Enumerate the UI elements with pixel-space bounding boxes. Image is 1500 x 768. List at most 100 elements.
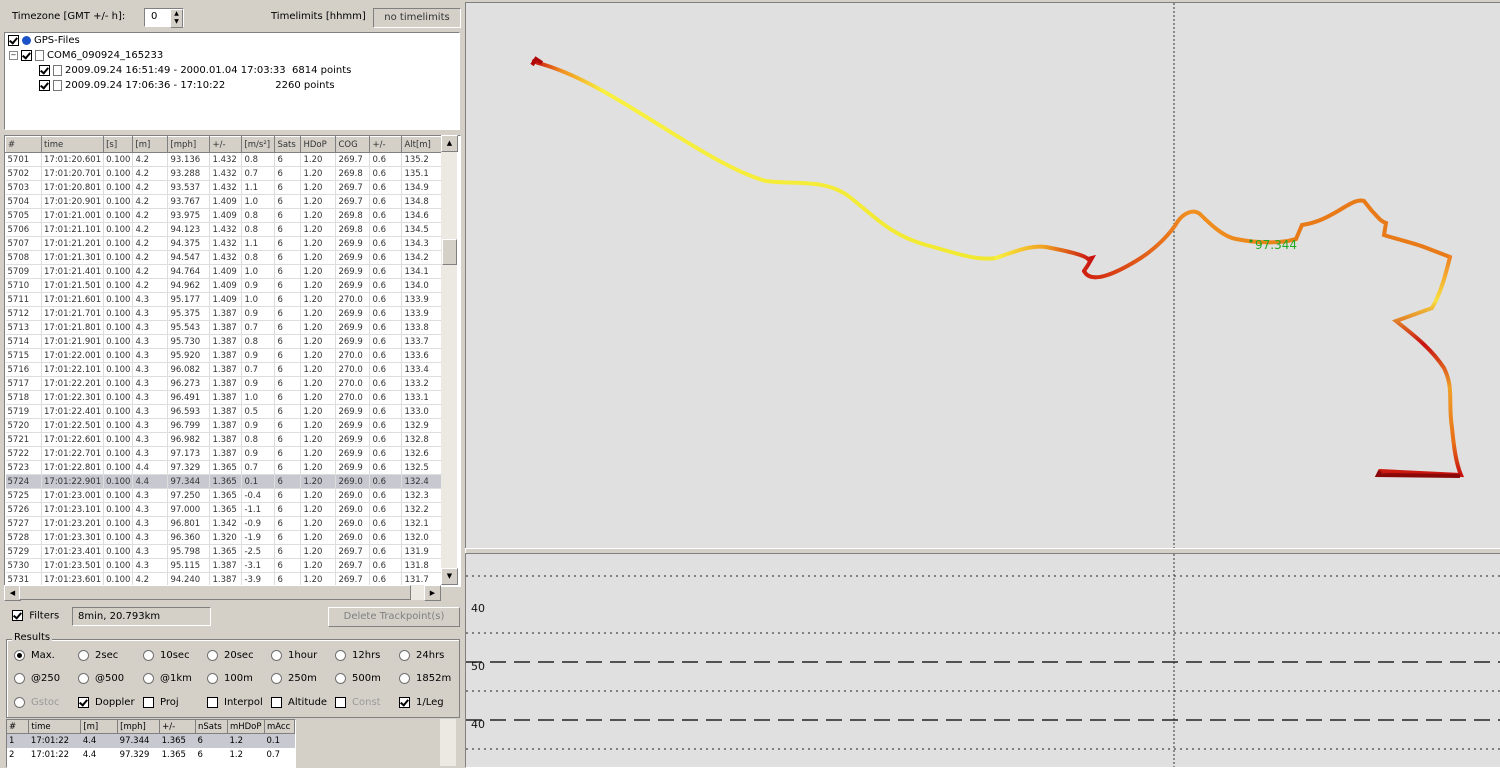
radio-icon[interactable] bbox=[399, 672, 410, 684]
table-row[interactable]: 5730 17:01:23.501 0.100 4.3 95.115 1.387 -3.1 6… bbox=[5, 558, 445, 573]
tree-root[interactable]: GPS-Files bbox=[8, 34, 80, 48]
radio-icon[interactable] bbox=[78, 649, 89, 661]
checkbox-option[interactable]: Interpol bbox=[207, 696, 263, 710]
grid-horizontal-scrollbar[interactable]: ◀ ▶ bbox=[4, 585, 441, 601]
radio-icon[interactable] bbox=[399, 649, 410, 661]
radio-icon[interactable] bbox=[143, 672, 154, 684]
table-row[interactable]: 5728 17:01:23.301 0.100 4.3 96.360 1.320 -1.9 6… bbox=[5, 530, 445, 545]
grid-vertical-scrollbar[interactable]: ▲ ▼ bbox=[441, 135, 458, 585]
column-header[interactable]: +/- bbox=[159, 720, 196, 734]
radio-option[interactable]: 1852m bbox=[399, 672, 451, 686]
radio-icon[interactable] bbox=[271, 649, 282, 661]
checkbox-icon[interactable] bbox=[78, 696, 89, 708]
table-row[interactable]: 5720 17:01:22.501 0.100 4.3 96.799 1.387 0.9 6 1… bbox=[5, 418, 445, 433]
timelimits-button[interactable]: no timelimits bbox=[373, 8, 461, 28]
table-row[interactable]: 5702 17:01:20.701 0.100 4.2 93.288 1.432 0.7 6 1… bbox=[5, 166, 445, 181]
table-row[interactable]: 5717 17:01:22.201 0.100 4.3 96.273 1.387 0.9 6 1… bbox=[5, 376, 445, 391]
column-header[interactable]: [m/s²] bbox=[241, 136, 276, 153]
radio-option[interactable]: 24hrs bbox=[399, 649, 444, 663]
table-row[interactable]: 5712 17:01:21.701 0.100 4.3 95.375 1.387 0.9 6 1… bbox=[5, 306, 445, 321]
scroll-up-icon[interactable]: ▲ bbox=[441, 135, 458, 152]
radio-icon[interactable] bbox=[207, 672, 218, 684]
radio-option[interactable]: @1km bbox=[143, 672, 192, 686]
checkbox-icon[interactable] bbox=[143, 696, 154, 708]
column-header[interactable]: # bbox=[5, 136, 42, 153]
radio-icon[interactable] bbox=[335, 672, 346, 684]
filters-checkbox[interactable]: Filters bbox=[12, 610, 59, 622]
trackpoint-grid[interactable]: # time [s] [m] [mph] +/- [m/s²] Sats HDoP COG +/- A… bbox=[4, 135, 461, 587]
scroll-thumb[interactable] bbox=[442, 239, 457, 265]
radio-option[interactable]: 500m bbox=[335, 672, 381, 686]
results-grid[interactable]: # time [m] [mph] +/- nSats mHDoP mAcc 1 17:01:22… bbox=[6, 719, 296, 768]
table-row[interactable]: 5719 17:01:22.401 0.100 4.3 96.593 1.387 0.5 6 1… bbox=[5, 404, 445, 419]
column-header[interactable]: time bbox=[40, 136, 105, 153]
table-row[interactable]: 5726 17:01:23.101 0.100 4.3 97.000 1.365 -1.1 6… bbox=[5, 502, 445, 517]
checkbox-icon[interactable] bbox=[399, 696, 410, 708]
column-header[interactable]: HDoP bbox=[300, 136, 337, 153]
radio-option[interactable]: @250 bbox=[14, 672, 60, 686]
table-row[interactable]: 2 17:01:22 4.4 97.329 1.365 6 1.2 0.7 bbox=[7, 748, 295, 762]
table-row[interactable]: 5711 17:01:21.601 0.100 4.3 95.177 1.409 1.0 6 1… bbox=[5, 292, 445, 307]
radio-option[interactable]: 20sec bbox=[207, 649, 254, 663]
radio-icon[interactable] bbox=[207, 649, 218, 661]
table-row[interactable]: 5706 17:01:21.101 0.100 4.2 94.123 1.432 0.8 6 1… bbox=[5, 222, 445, 237]
table-row[interactable]: 5707 17:01:21.201 0.100 4.2 94.375 1.432 1.1 6 1… bbox=[5, 236, 445, 251]
radio-option[interactable]: 12hrs bbox=[335, 649, 380, 663]
column-header[interactable]: COG bbox=[335, 136, 371, 153]
radio-option[interactable]: @500 bbox=[78, 672, 124, 686]
speed-plot[interactable]: 40 50 40 bbox=[465, 553, 1500, 768]
table-row[interactable]: 5708 17:01:21.301 0.100 4.2 94.547 1.432 0.8 6 1… bbox=[5, 250, 445, 265]
column-header[interactable]: [mph] bbox=[167, 136, 211, 153]
table-row[interactable]: 5725 17:01:23.001 0.100 4.3 97.250 1.365 -0.4 6… bbox=[5, 488, 445, 503]
radio-icon[interactable] bbox=[14, 672, 25, 684]
tree-file[interactable]: − COM6_090924_165233 bbox=[9, 49, 163, 63]
checkbox-icon[interactable] bbox=[271, 696, 282, 708]
spinner-arrows-icon[interactable]: ▲ ▼ bbox=[170, 9, 183, 28]
scroll-right-icon[interactable]: ▶ bbox=[424, 585, 441, 601]
table-row[interactable]: 5705 17:01:21.001 0.100 4.2 93.975 1.409 0.8 6 1… bbox=[5, 208, 445, 223]
table-row[interactable]: 5714 17:01:21.901 0.100 4.3 95.730 1.387 0.8 6 1… bbox=[5, 334, 445, 349]
track-map[interactable]: 97.344 bbox=[465, 2, 1500, 550]
radio-icon[interactable] bbox=[335, 649, 346, 661]
timezone-spinner[interactable]: 0 ▲ ▼ bbox=[144, 8, 184, 28]
checkbox-icon[interactable] bbox=[8, 34, 19, 46]
table-row[interactable]: 5724 17:01:22.901 0.100 4.4 97.344 1.365 0.1 6 1… bbox=[5, 474, 445, 489]
checkbox-icon[interactable] bbox=[21, 49, 32, 61]
checkbox-icon[interactable] bbox=[39, 64, 50, 76]
column-header[interactable]: # bbox=[7, 720, 30, 734]
delete-trackpoints-button[interactable]: Delete Trackpoint(s) bbox=[328, 607, 460, 627]
table-row[interactable]: 5701 17:01:20.601 0.100 4.2 93.136 1.432 0.8 6 1… bbox=[5, 152, 445, 167]
table-row[interactable]: 5723 17:01:22.801 0.100 4.4 97.329 1.365 0.7 6 1… bbox=[5, 460, 445, 475]
column-header[interactable]: mAcc bbox=[264, 720, 296, 734]
checkbox-icon[interactable] bbox=[39, 79, 50, 91]
tree-track[interactable]: 2009.09.24 16:51:49 - 2000.01.04 17:03:3… bbox=[39, 64, 351, 78]
radio-icon[interactable] bbox=[78, 672, 89, 684]
checkbox-option[interactable]: Altitude bbox=[271, 696, 327, 710]
checkbox-option[interactable]: Doppler bbox=[78, 696, 135, 710]
column-header[interactable]: [m] bbox=[80, 720, 119, 734]
table-row[interactable]: 5709 17:01:21.401 0.100 4.2 94.764 1.409 1.0 6 1… bbox=[5, 264, 445, 279]
column-header[interactable]: mHDoP bbox=[227, 720, 265, 734]
column-header[interactable]: +/- bbox=[209, 136, 243, 153]
scroll-thumb[interactable] bbox=[19, 585, 411, 600]
radio-option[interactable]: 250m bbox=[271, 672, 317, 686]
radio-option[interactable]: 10sec bbox=[143, 649, 190, 663]
column-header[interactable]: Sats bbox=[274, 136, 302, 153]
column-header[interactable]: [m] bbox=[132, 136, 169, 153]
column-header[interactable]: [mph] bbox=[117, 720, 161, 734]
radio-icon[interactable] bbox=[14, 649, 25, 661]
table-row[interactable]: 5718 17:01:22.301 0.100 4.3 96.491 1.387 1.0 6 1… bbox=[5, 390, 445, 405]
checkbox-icon[interactable] bbox=[207, 696, 218, 708]
table-row[interactable]: 5721 17:01:22.601 0.100 4.3 96.982 1.387 0.8 6 1… bbox=[5, 432, 445, 447]
collapse-icon[interactable]: − bbox=[9, 50, 18, 60]
radio-option[interactable]: 2sec bbox=[78, 649, 118, 663]
column-header[interactable]: time bbox=[28, 720, 82, 734]
radio-option[interactable]: 100m bbox=[207, 672, 253, 686]
checkbox-option[interactable]: Proj bbox=[143, 696, 179, 710]
column-header[interactable]: nSats bbox=[195, 720, 228, 734]
radio-option[interactable]: 1hour bbox=[271, 649, 317, 663]
radio-icon[interactable] bbox=[143, 649, 154, 661]
column-header[interactable]: Alt[m] bbox=[401, 136, 445, 153]
checkbox-icon[interactable] bbox=[12, 610, 23, 621]
table-row[interactable]: 1 17:01:22 4.4 97.344 1.365 6 1.2 0.1 bbox=[7, 733, 295, 748]
